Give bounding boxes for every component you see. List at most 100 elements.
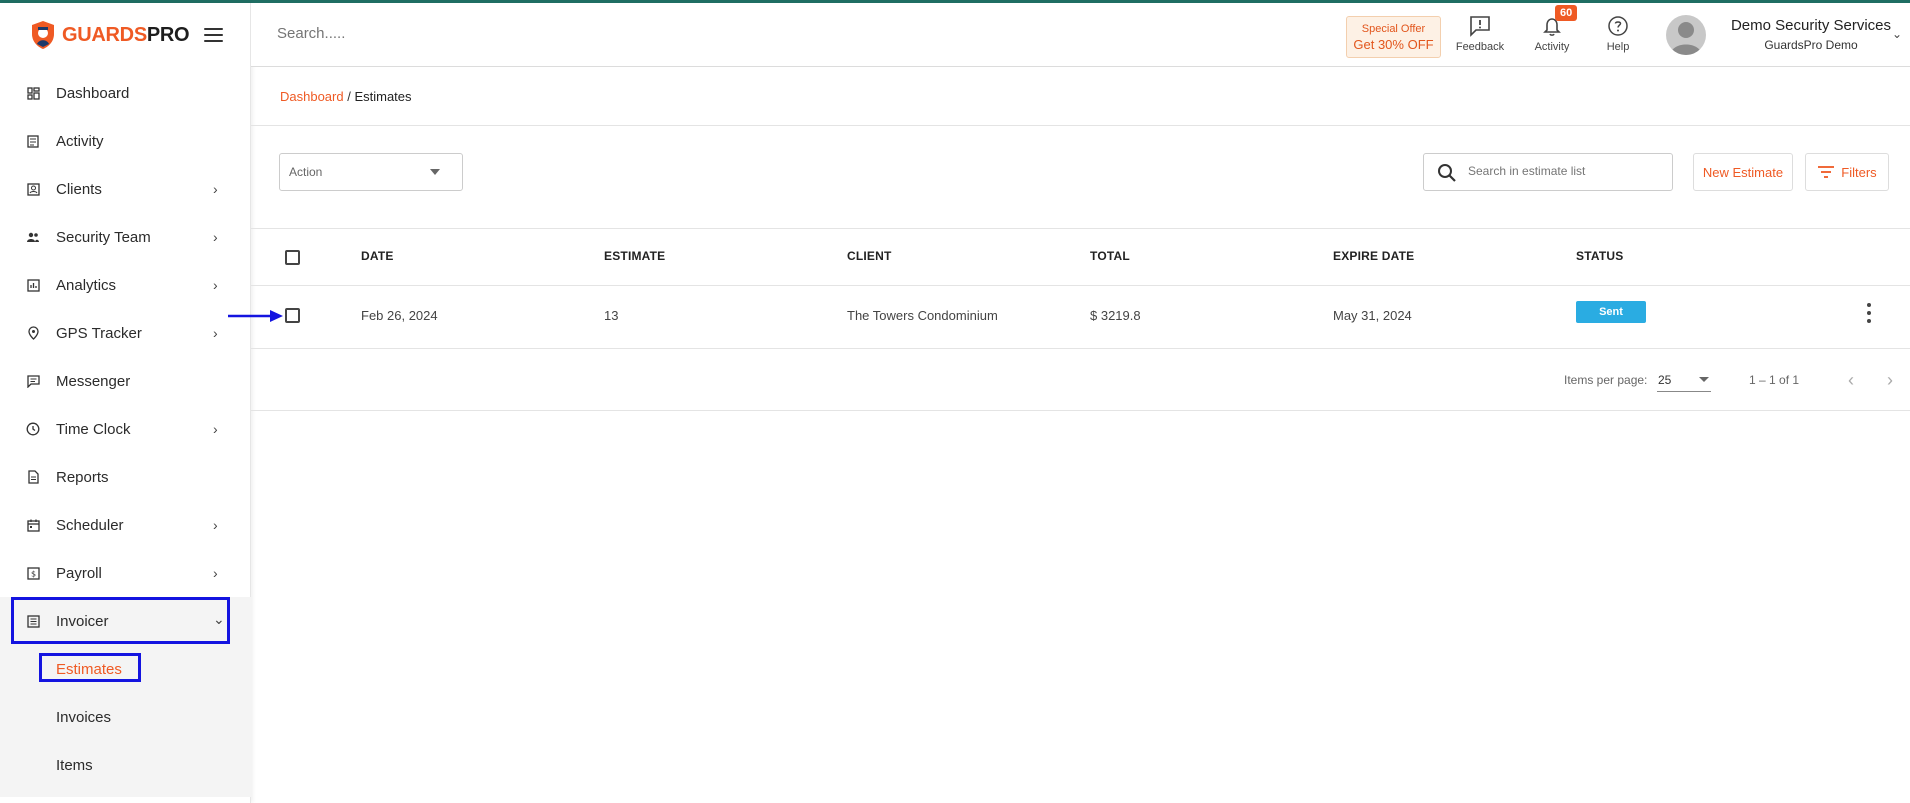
analytics-icon bbox=[26, 278, 40, 292]
estimate-search-box[interactable] bbox=[1423, 153, 1673, 191]
sidebar-item-time-clock[interactable]: Time Clock › bbox=[0, 405, 251, 453]
clients-icon bbox=[26, 182, 40, 196]
sidebar-subitem-invoices[interactable]: Invoices bbox=[0, 693, 251, 741]
sidebar-item-messenger[interactable]: Messenger bbox=[0, 357, 251, 405]
sidebar-item-gps-tracker[interactable]: GPS Tracker › bbox=[0, 309, 251, 357]
items-per-page-value: 25 bbox=[1658, 373, 1672, 387]
sidebar-item-label: Messenger bbox=[56, 372, 131, 390]
sidebar-item-security-team[interactable]: Security Team › bbox=[0, 213, 251, 261]
report-icon bbox=[26, 470, 40, 484]
annotation-arrow bbox=[228, 310, 283, 322]
sidebar-item-label: Reports bbox=[56, 468, 109, 486]
estimate-search-input[interactable] bbox=[1468, 164, 1658, 178]
cell-expire-date: May 31, 2024 bbox=[1333, 308, 1412, 323]
message-icon bbox=[26, 374, 40, 388]
activity-notifications-button[interactable]: 60 Activity bbox=[1522, 5, 1582, 53]
chevron-right-icon: › bbox=[213, 565, 218, 581]
sidebar-item-label: Analytics bbox=[56, 276, 117, 294]
sidebar-item-payroll[interactable]: $ Payroll › bbox=[0, 549, 251, 597]
filters-button[interactable]: Filters bbox=[1805, 153, 1889, 191]
previous-page-icon[interactable]: ‹ bbox=[1839, 368, 1863, 392]
clock-icon bbox=[26, 422, 40, 436]
logo[interactable]: GUARDSPRO bbox=[0, 3, 250, 67]
new-estimate-button[interactable]: New Estimate bbox=[1693, 153, 1793, 191]
cell-client: The Towers Condominium bbox=[847, 308, 998, 323]
offer-title: Special Offer bbox=[1361, 23, 1426, 35]
dropdown-arrow-icon bbox=[1699, 377, 1709, 382]
column-header-total[interactable]: TOTAL bbox=[1090, 249, 1130, 263]
sidebar-item-reports[interactable]: Reports bbox=[0, 453, 251, 501]
location-pin-icon bbox=[26, 326, 40, 340]
svg-text:$: $ bbox=[30, 569, 35, 578]
dashboard-icon bbox=[26, 86, 40, 100]
team-icon bbox=[26, 230, 40, 244]
status-badge: Sent bbox=[1576, 301, 1646, 323]
chevron-right-icon: › bbox=[213, 421, 218, 437]
global-search-input[interactable] bbox=[277, 25, 577, 42]
guard-shield-icon bbox=[32, 21, 54, 49]
calendar-icon bbox=[26, 518, 40, 532]
chevron-right-icon: › bbox=[213, 277, 218, 293]
column-header-estimate[interactable]: ESTIMATE bbox=[604, 249, 665, 263]
divider bbox=[251, 410, 1910, 411]
bulk-action-select[interactable]: Action bbox=[279, 153, 463, 191]
top-header: Special Offer Get 30% OFF Feedback 60 Ac… bbox=[251, 3, 1910, 67]
help-button[interactable]: Help bbox=[1588, 15, 1648, 53]
chevron-right-icon: › bbox=[213, 181, 218, 197]
sidebar-item-analytics[interactable]: Analytics › bbox=[0, 261, 251, 309]
next-page-icon[interactable]: › bbox=[1878, 368, 1902, 392]
row-select-checkbox[interactable] bbox=[285, 308, 300, 323]
cell-date: Feb 26, 2024 bbox=[361, 308, 438, 323]
column-header-status[interactable]: STATUS bbox=[1576, 249, 1623, 263]
sidebar-item-label: Security Team bbox=[56, 228, 151, 246]
dropdown-arrow-icon bbox=[430, 169, 440, 175]
divider bbox=[251, 285, 1910, 286]
column-header-expire-date[interactable]: EXPIRE DATE bbox=[1333, 249, 1414, 263]
breadcrumb-separator: / bbox=[343, 89, 355, 104]
filters-label: Filters bbox=[1841, 164, 1877, 180]
special-offer-button[interactable]: Special Offer Get 30% OFF bbox=[1346, 16, 1441, 58]
sidebar: GUARDSPRO Dashboard Activity Clients › S… bbox=[0, 3, 251, 803]
feedback-button[interactable]: Feedback bbox=[1450, 15, 1510, 53]
sidebar-item-dashboard[interactable]: Dashboard bbox=[0, 69, 251, 117]
sidebar-item-label: Payroll bbox=[56, 564, 102, 582]
feedback-label: Feedback bbox=[1455, 41, 1505, 53]
help-label: Help bbox=[1606, 41, 1630, 53]
sidebar-item-scheduler[interactable]: Scheduler › bbox=[0, 501, 251, 549]
brand-name: GUARDSPRO bbox=[62, 23, 190, 46]
divider bbox=[251, 228, 1910, 229]
offer-discount: Get 30% OFF bbox=[1353, 37, 1434, 52]
chevron-down-icon[interactable]: ⌄ bbox=[1892, 27, 1902, 41]
user-company-name: Demo Security Services bbox=[1730, 17, 1892, 34]
column-header-client[interactable]: CLIENT bbox=[847, 249, 892, 263]
sidebar-subitem-label: Invoices bbox=[56, 708, 112, 726]
sidebar-item-label: Time Clock bbox=[56, 420, 131, 438]
sidebar-item-activity[interactable]: Activity bbox=[0, 117, 251, 165]
select-all-checkbox[interactable] bbox=[285, 250, 300, 265]
sidebar-item-label: GPS Tracker bbox=[56, 324, 142, 342]
breadcrumb-current: Estimates bbox=[354, 89, 412, 104]
feedback-icon bbox=[1470, 16, 1490, 37]
bulk-action-value: Action bbox=[289, 165, 323, 179]
chevron-right-icon: › bbox=[213, 517, 218, 533]
menu-toggle-icon[interactable] bbox=[204, 28, 223, 42]
divider bbox=[251, 348, 1910, 349]
estimates-highlight-box bbox=[39, 653, 141, 682]
column-header-date[interactable]: DATE bbox=[361, 249, 394, 263]
sidebar-item-label: Activity bbox=[56, 132, 104, 150]
row-actions-menu-icon[interactable] bbox=[1866, 303, 1872, 323]
divider bbox=[251, 125, 1910, 126]
items-per-page-select[interactable]: 25 bbox=[1657, 370, 1711, 392]
sidebar-item-clients[interactable]: Clients › bbox=[0, 165, 251, 213]
sidebar-subitem-items[interactable]: Items bbox=[0, 741, 251, 789]
cell-estimate-number: 13 bbox=[604, 308, 619, 323]
cell-total: $ 3219.8 bbox=[1090, 308, 1141, 323]
payroll-icon: $ bbox=[26, 566, 40, 580]
pagination-range: 1 – 1 of 1 bbox=[1749, 373, 1800, 387]
breadcrumb: Dashboard / Estimates bbox=[280, 89, 412, 104]
user-avatar[interactable] bbox=[1666, 15, 1706, 55]
sidebar-item-label: Scheduler bbox=[56, 516, 124, 534]
sidebar-subitem-label: Items bbox=[56, 756, 93, 774]
breadcrumb-dashboard-link[interactable]: Dashboard bbox=[280, 89, 344, 104]
activity-label: Activity bbox=[1534, 41, 1570, 53]
